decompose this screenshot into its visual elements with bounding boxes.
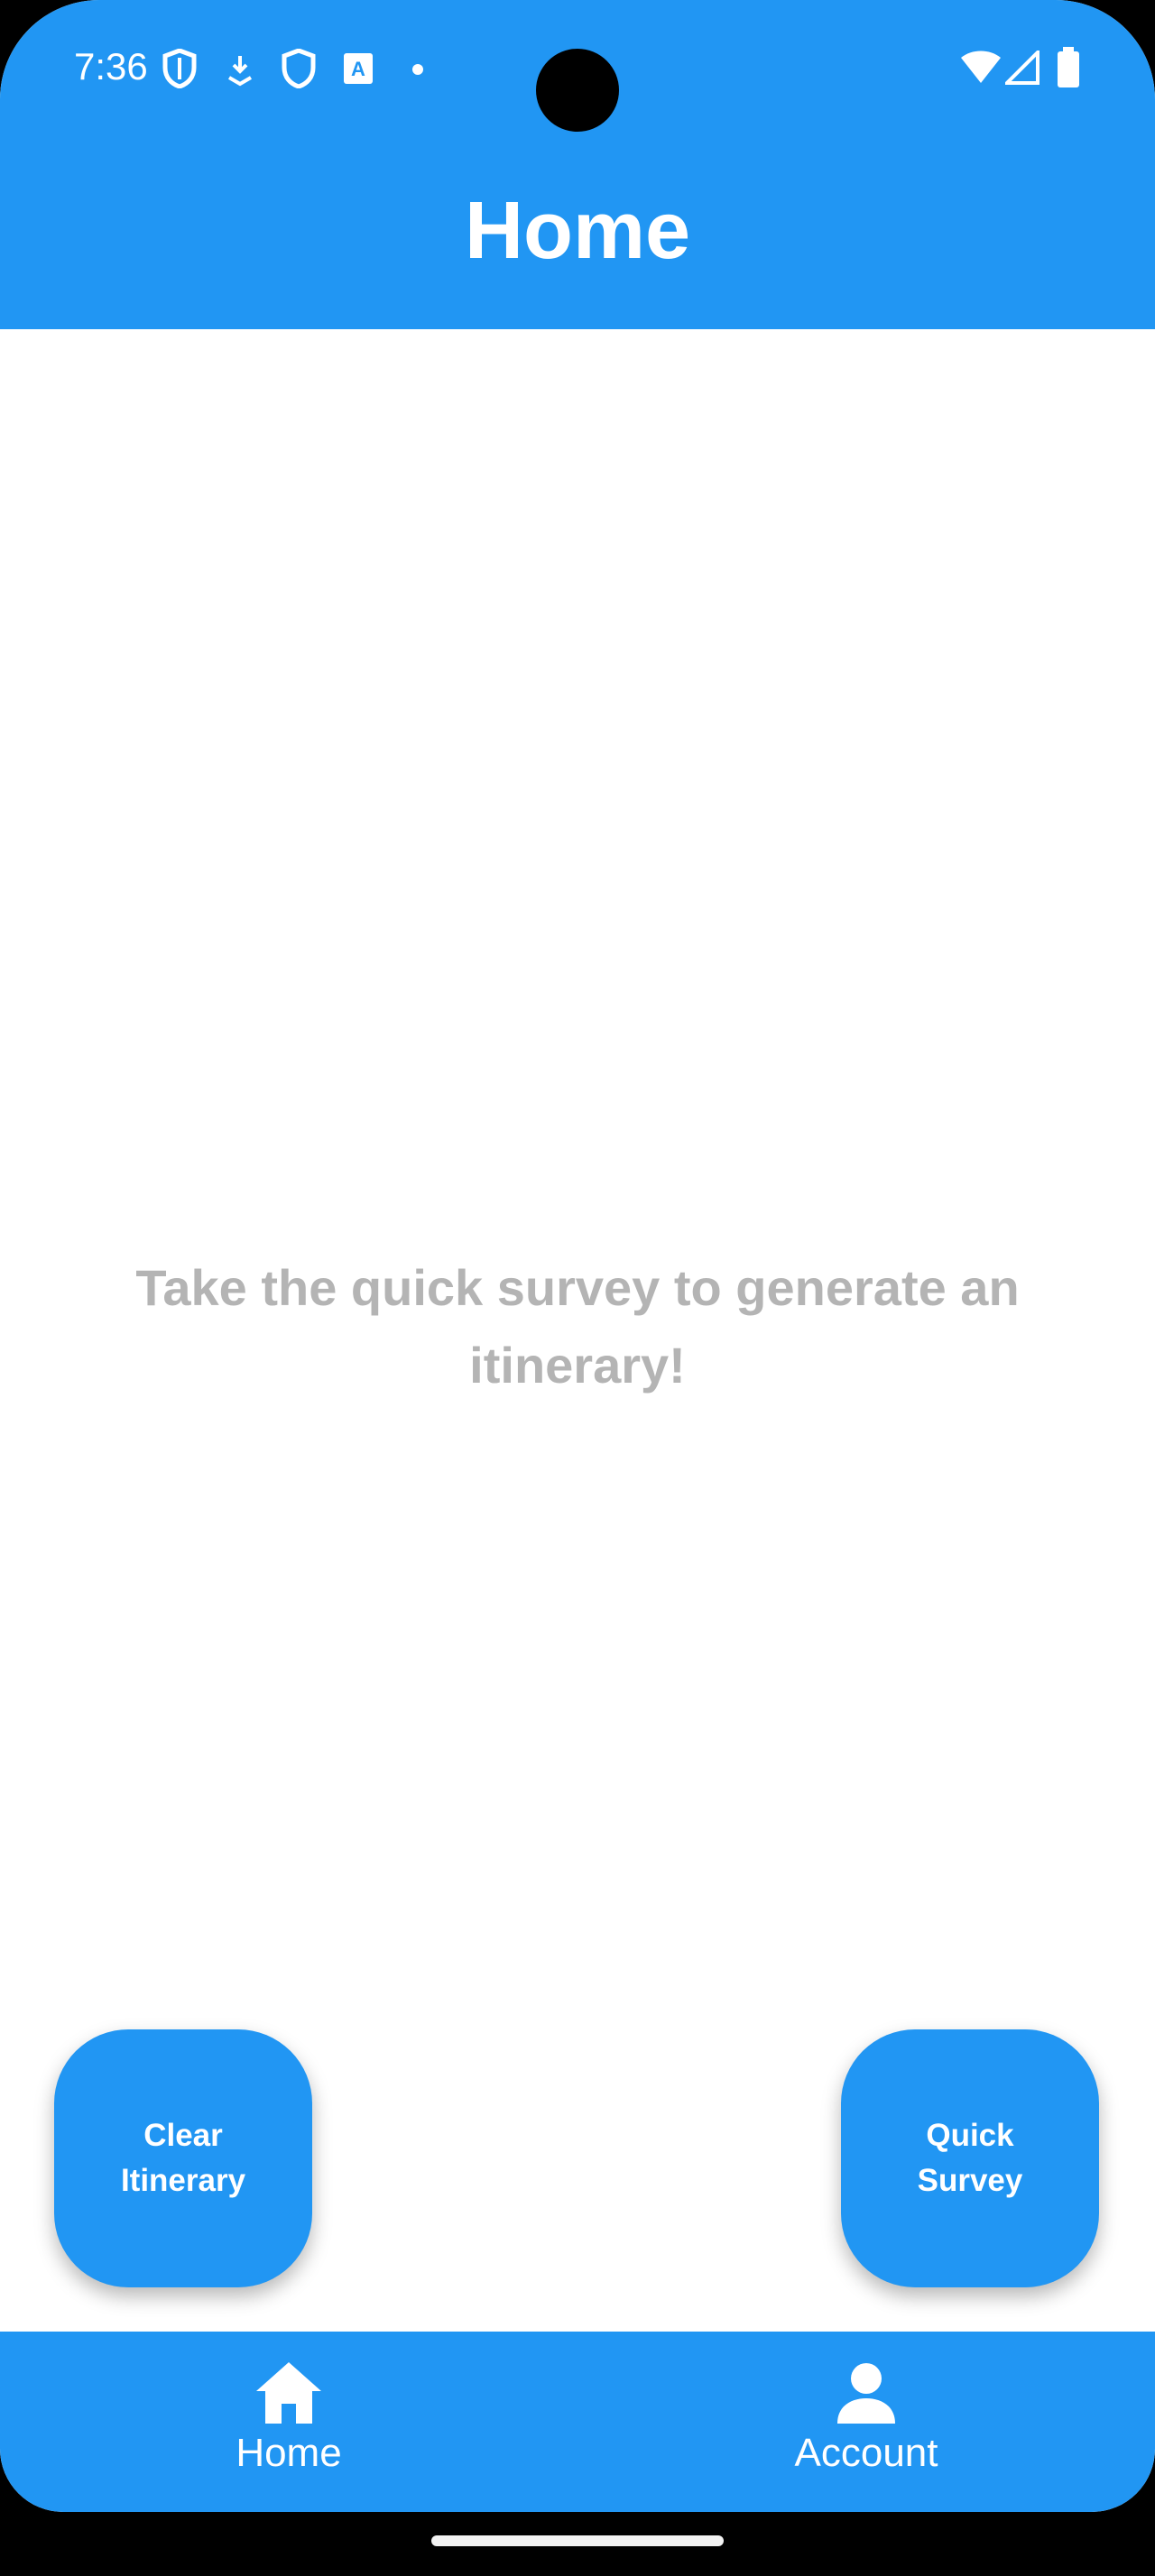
nav-item-home[interactable]: Home	[0, 2332, 578, 2512]
gesture-navigation-bar[interactable]	[431, 2535, 724, 2546]
signal-icon	[1005, 51, 1040, 85]
dot-icon	[412, 64, 423, 75]
home-icon	[256, 2362, 321, 2424]
battery-icon	[1058, 47, 1079, 87]
nav-label-home: Home	[236, 2431, 342, 2475]
wifi-icon	[961, 51, 1001, 83]
app-header: 7:36 A Home	[0, 0, 1155, 329]
clear-itinerary-button[interactable]: Clear Itinerary	[54, 2029, 312, 2287]
empty-itinerary-message: Take the quick survey to generate an iti…	[135, 1259, 1020, 1394]
shield-icon	[162, 49, 197, 88]
shield-icon	[282, 49, 316, 88]
status-time: 7:36	[74, 45, 148, 87]
person-icon	[837, 2363, 895, 2424]
camera-cutout	[536, 49, 619, 132]
clear-itinerary-label: Clear Itinerary	[120, 2118, 246, 2198]
nav-item-account[interactable]: Account	[578, 2332, 1155, 2512]
nav-label-account: Account	[794, 2431, 938, 2475]
page-title: Home	[464, 186, 691, 276]
svg-text:A: A	[351, 58, 365, 80]
quick-survey-button[interactable]: Quick Survey	[841, 2029, 1099, 2287]
bottom-navigation: Home Account	[0, 2332, 1155, 2512]
download-icon	[227, 56, 253, 87]
translate-icon: A	[344, 53, 373, 84]
quick-survey-label: Quick Survey	[917, 2118, 1023, 2198]
app-screen: 7:36 A Home Take the quick survey to gen…	[0, 0, 1155, 2512]
